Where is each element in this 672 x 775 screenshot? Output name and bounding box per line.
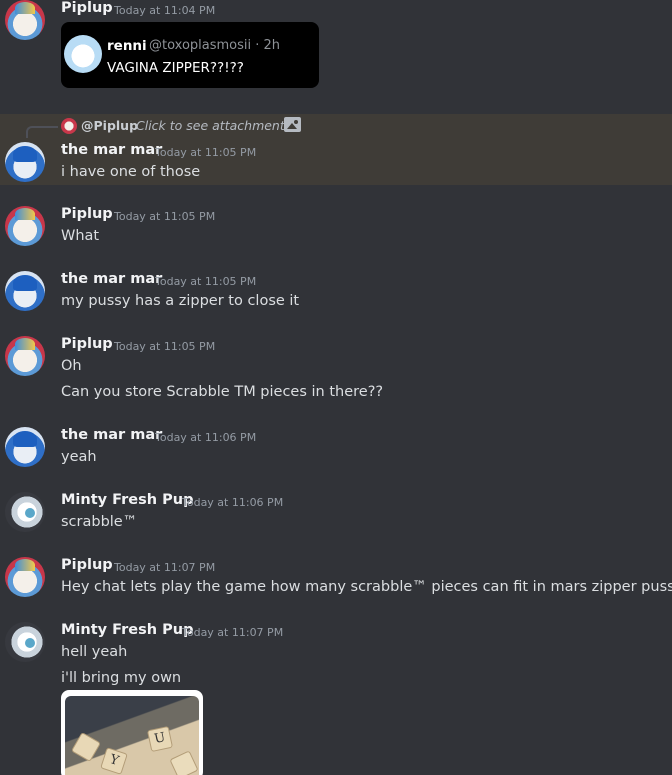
timestamp[interactable]: Today at 11:05 PM: [155, 146, 256, 159]
reply-connector: [26, 126, 58, 138]
avatar-piplup[interactable]: [5, 0, 45, 40]
embed-card[interactable]: renni @toxoplasmosii · 2h VAGINA ZIPPER?…: [61, 22, 319, 88]
message-text: yeah: [61, 449, 97, 465]
username[interactable]: Piplup: [61, 336, 113, 352]
username[interactable]: Minty Fresh Pup: [61, 622, 193, 638]
message-text: What: [61, 228, 100, 244]
timestamp[interactable]: Today at 11:05 PM: [155, 275, 256, 288]
message-text: Oh: [61, 358, 82, 374]
avatar-the-mar-mar[interactable]: [5, 427, 45, 467]
message: Piplup Today at 11:04 PM renni @toxoplas…: [0, 0, 672, 110]
avatar-minty-fresh-pup[interactable]: [5, 622, 45, 662]
message-text: hell yeah: [61, 644, 128, 660]
message: the mar mar Today at 11:06 PM yeah: [0, 427, 672, 477]
timestamp[interactable]: Today at 11:07 PM: [114, 561, 215, 574]
timestamp[interactable]: Today at 11:04 PM: [114, 4, 215, 17]
reply-author[interactable]: @Piplup: [81, 118, 138, 133]
message: Piplup Today at 11:05 PM What: [0, 206, 672, 256]
message: Piplup Today at 11:05 PM Oh Can you stor…: [0, 336, 672, 408]
message: the mar mar Today at 11:05 PM my pussy h…: [0, 271, 672, 321]
embed-avatar: [64, 35, 102, 73]
image-icon: [284, 117, 301, 132]
username[interactable]: Minty Fresh Pup: [61, 492, 193, 508]
avatar-piplup[interactable]: [5, 206, 45, 246]
username[interactable]: the mar mar: [61, 271, 162, 287]
image-attachment[interactable]: U Y: [61, 690, 203, 775]
message: Minty Fresh Pup Today at 11:06 PM scrabb…: [0, 492, 672, 542]
timestamp[interactable]: Today at 11:06 PM: [155, 431, 256, 444]
embed-author-handle: @toxoplasmosii · 2h: [149, 38, 281, 53]
username[interactable]: Piplup: [61, 206, 113, 222]
embed-text: VAGINA ZIPPER??!??: [107, 60, 244, 76]
timestamp[interactable]: Today at 11:05 PM: [114, 340, 215, 353]
timestamp[interactable]: Today at 11:05 PM: [114, 210, 215, 223]
avatar-piplup[interactable]: [5, 336, 45, 376]
message-text: Hey chat lets play the game how many scr…: [61, 579, 672, 595]
message-text: scrabble™: [61, 514, 138, 530]
username[interactable]: Piplup: [61, 0, 113, 16]
message-text: my pussy has a zipper to close it: [61, 293, 300, 309]
message: Minty Fresh Pup Today at 11:07 PM hell y…: [0, 622, 672, 775]
message: Piplup Today at 11:07 PM Hey chat lets p…: [0, 557, 672, 607]
avatar-piplup[interactable]: [5, 557, 45, 597]
timestamp[interactable]: Today at 11:06 PM: [182, 496, 283, 509]
avatar-the-mar-mar[interactable]: [5, 142, 45, 182]
reply-avatar: [61, 118, 77, 134]
username[interactable]: the mar mar: [61, 427, 162, 443]
message-highlighted: @Piplup Click to see attachment the mar …: [0, 114, 672, 185]
username[interactable]: Piplup: [61, 557, 113, 573]
embed-author-name: renni: [107, 38, 147, 54]
username[interactable]: the mar mar: [61, 142, 162, 158]
reply-attachment-text[interactable]: Click to see attachment: [136, 118, 285, 133]
timestamp[interactable]: Today at 11:07 PM: [182, 626, 283, 639]
message-text: Can you store Scrabble TM pieces in ther…: [61, 384, 384, 400]
message-text: i'll bring my own: [61, 670, 182, 686]
message-text: i have one of those: [61, 164, 201, 180]
avatar-minty-fresh-pup[interactable]: [5, 492, 45, 532]
avatar-the-mar-mar[interactable]: [5, 271, 45, 311]
scrabble-tile: U: [146, 725, 174, 753]
